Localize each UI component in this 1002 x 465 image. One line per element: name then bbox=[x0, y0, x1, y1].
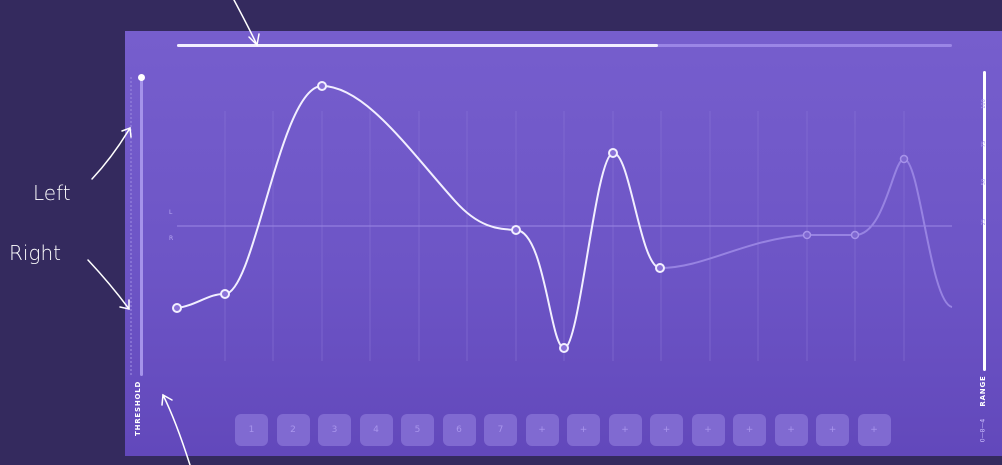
annotation-overlay bbox=[87, 0, 260, 465]
arrow-to-progress bbox=[233, 0, 258, 46]
arrow-to-threshold bbox=[162, 394, 191, 465]
arrow-to-left bbox=[91, 127, 131, 180]
arrow-to-right bbox=[87, 259, 130, 310]
